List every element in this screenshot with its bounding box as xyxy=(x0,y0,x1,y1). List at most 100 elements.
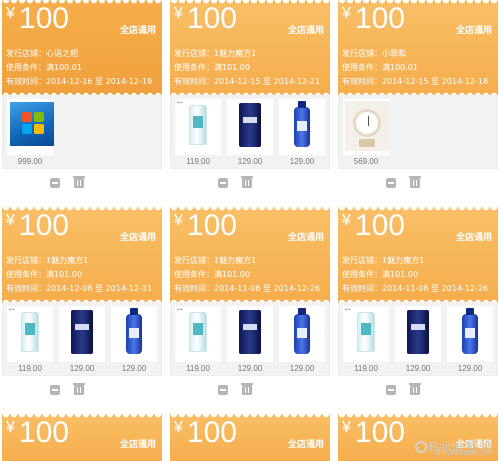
product-strip: ▪▫▪ 119.00 129.00 129.00 xyxy=(2,302,162,376)
coupon-amount: ¥100 xyxy=(342,209,405,243)
card-actions xyxy=(2,383,162,399)
coupon-condition: 使用条件：满100.01 xyxy=(6,63,82,72)
amount-value: 100 xyxy=(18,209,69,242)
product-thumb[interactable]: 129.00 xyxy=(111,306,157,373)
coupon-info: 发行店铺：心语之相 使用条件：满100.01 有效时间：2014-12-16 至… xyxy=(6,47,152,89)
currency-symbol: ¥ xyxy=(342,212,351,229)
amount-value: 100 xyxy=(354,416,405,449)
trash-icon[interactable] xyxy=(409,383,421,395)
coupon-scope: 全店通用 xyxy=(455,233,492,243)
currency-symbol: ¥ xyxy=(174,419,183,436)
product-price: 119.00 xyxy=(18,364,42,373)
coupon-period: 有效时间：2014-12-16 至 2014-12-19 xyxy=(6,77,153,86)
edit-icon[interactable] xyxy=(50,385,60,395)
bottle-icon xyxy=(294,101,310,147)
amount-value: 100 xyxy=(354,209,405,242)
coupon-amount: ¥100 xyxy=(6,416,69,450)
product-thumb[interactable]: ▪▫▪ 119.00 xyxy=(175,99,221,166)
baidu-watermark: Baidu 经验 jingyan.baidu.com xyxy=(415,436,492,457)
coupon-info: 发行店铺：1魅力魔方1 使用条件：满101.00 有效时间：2014-12-15… xyxy=(174,47,320,89)
trash-icon[interactable] xyxy=(241,383,253,395)
coupon-header: ¥100 全店通用 发行店铺：1魅力魔方1 使用条件：满101.00 有效时间：… xyxy=(170,207,330,303)
coupon-amount: ¥100 xyxy=(342,2,405,36)
dark-tube-icon xyxy=(239,310,261,354)
trash-icon[interactable] xyxy=(73,383,85,395)
dark-tube-icon xyxy=(71,310,93,354)
product-thumb[interactable]: 999.00 xyxy=(7,99,54,166)
edit-icon[interactable] xyxy=(50,178,60,188)
coupon-amount: ¥100 xyxy=(6,209,69,243)
coupon-info: 发行店铺：小罪和 使用条件：满100.01 有效时间：2014-12-15 至 … xyxy=(342,47,488,89)
coupon-period: 有效时间：2014-12-15 至 2014-12-18 xyxy=(342,77,489,86)
windows-logo-icon xyxy=(10,102,54,146)
currency-symbol: ¥ xyxy=(174,212,183,229)
product-thumb[interactable]: 129.00 xyxy=(227,306,273,373)
coupon-condition: 使用条件：满101.00 xyxy=(174,63,250,72)
currency-symbol: ¥ xyxy=(174,5,183,22)
product-thumb[interactable]: 129.00 xyxy=(227,99,273,166)
coupon-store: 发行店铺：1魅力魔方1 xyxy=(342,256,425,265)
trash-icon[interactable] xyxy=(409,176,421,188)
amount-value: 100 xyxy=(186,416,237,449)
coupon-card: ¥100 全店通用 发行店铺：小罪和 使用条件：满100.01 有效时间：201… xyxy=(338,0,498,188)
product-price: 129.00 xyxy=(289,157,315,166)
product-thumb[interactable]: ▪▫▪ 119.00 xyxy=(343,306,389,373)
coupon-header: ¥100 全店通用 发行店铺：心语之相 使用条件：满100.01 有效时间：20… xyxy=(2,0,162,96)
coupon-header: ¥100 全店通用 xyxy=(170,414,330,461)
product-strip: ▪▫▪ 119.00 129.00 129.00 xyxy=(170,95,330,169)
product-thumb[interactable]: 129.00 xyxy=(395,306,441,373)
product-strip: ▪▫▪ 119.00 129.00 129.00 xyxy=(170,302,330,376)
coupon-scope: 全店通用 xyxy=(287,233,324,243)
card-actions xyxy=(170,176,330,192)
coupon-scope: 全店通用 xyxy=(455,26,492,36)
coupon-amount: ¥100 xyxy=(6,2,69,36)
bottle-icon xyxy=(126,308,142,354)
coupon-card: ¥100 全店通用 发行店铺：1魅力魔方1 使用条件：满101.00 有效时间：… xyxy=(170,207,330,395)
product-thumb[interactable]: ▪▫▪ 119.00 xyxy=(175,306,221,373)
currency-symbol: ¥ xyxy=(342,419,351,436)
coupon-header: ¥100 全店通用 xyxy=(2,414,162,461)
product-price: 129.00 xyxy=(237,157,263,166)
coupon-info: 发行店铺：1魅力魔方1 使用条件：满101.00 有效时间：2014-11-08… xyxy=(174,254,320,296)
product-thumb[interactable]: 569.00 xyxy=(343,99,389,166)
coupon-scope: 全店通用 xyxy=(119,233,156,243)
edit-icon[interactable] xyxy=(386,385,396,395)
currency-symbol: ¥ xyxy=(6,419,15,436)
coupon-store: 发行店铺：心语之相 xyxy=(6,49,78,58)
trash-icon[interactable] xyxy=(241,176,253,188)
bottle-icon xyxy=(462,308,478,354)
baidu-paw-icon xyxy=(415,441,428,453)
brand-logo-icon: ▪▫▪ xyxy=(9,307,15,313)
product-thumb[interactable]: 129.00 xyxy=(59,306,105,373)
product-price: 119.00 xyxy=(354,364,378,373)
brand-logo-icon: ▪▫▪ xyxy=(177,307,183,313)
currency-symbol: ¥ xyxy=(342,5,351,22)
product-strip: 999.00 xyxy=(2,95,162,169)
currency-symbol: ¥ xyxy=(6,212,15,229)
coupon-condition: 使用条件：满101.00 xyxy=(6,270,82,279)
coupon-period: 有效时间：2014-12-15 至 2014-12-21 xyxy=(174,77,321,86)
coupon-scope: 全店通用 xyxy=(119,26,156,36)
product-thumb[interactable]: 129.00 xyxy=(279,306,325,373)
product-price: 569.00 xyxy=(353,157,379,166)
product-price: 129.00 xyxy=(69,364,95,373)
edit-icon[interactable] xyxy=(218,178,228,188)
product-thumb[interactable]: 129.00 xyxy=(279,99,325,166)
edit-icon[interactable] xyxy=(218,385,228,395)
edit-icon[interactable] xyxy=(386,178,396,188)
brand-logo-icon: ▪▫▪ xyxy=(177,100,183,106)
brand-logo-icon: ▪▫▪ xyxy=(345,307,351,313)
product-thumb[interactable]: 129.00 xyxy=(447,306,493,373)
card-actions xyxy=(338,383,498,399)
coupon-store: 发行店铺：1魅力魔方1 xyxy=(6,256,89,265)
coupon-scope: 全店通用 xyxy=(287,26,324,36)
product-price: 119.00 xyxy=(186,157,210,166)
product-price: 129.00 xyxy=(405,364,431,373)
product-thumb[interactable]: ▪▫▪ 119.00 xyxy=(7,306,53,373)
trash-icon[interactable] xyxy=(73,176,85,188)
coupon-info: 发行店铺：1魅力魔方1 使用条件：满101.00 有效时间：2014-12-08… xyxy=(6,254,152,296)
coupon-header: ¥100 全店通用 发行店铺：1魅力魔方1 使用条件：满101.00 有效时间：… xyxy=(170,0,330,96)
cleanser-tube-icon xyxy=(357,312,375,352)
coupon-header: ¥100 全店通用 发行店铺：1魅力魔方1 使用条件：满101.00 有效时间：… xyxy=(338,207,498,303)
coupon-scope: 全店通用 xyxy=(287,440,324,450)
